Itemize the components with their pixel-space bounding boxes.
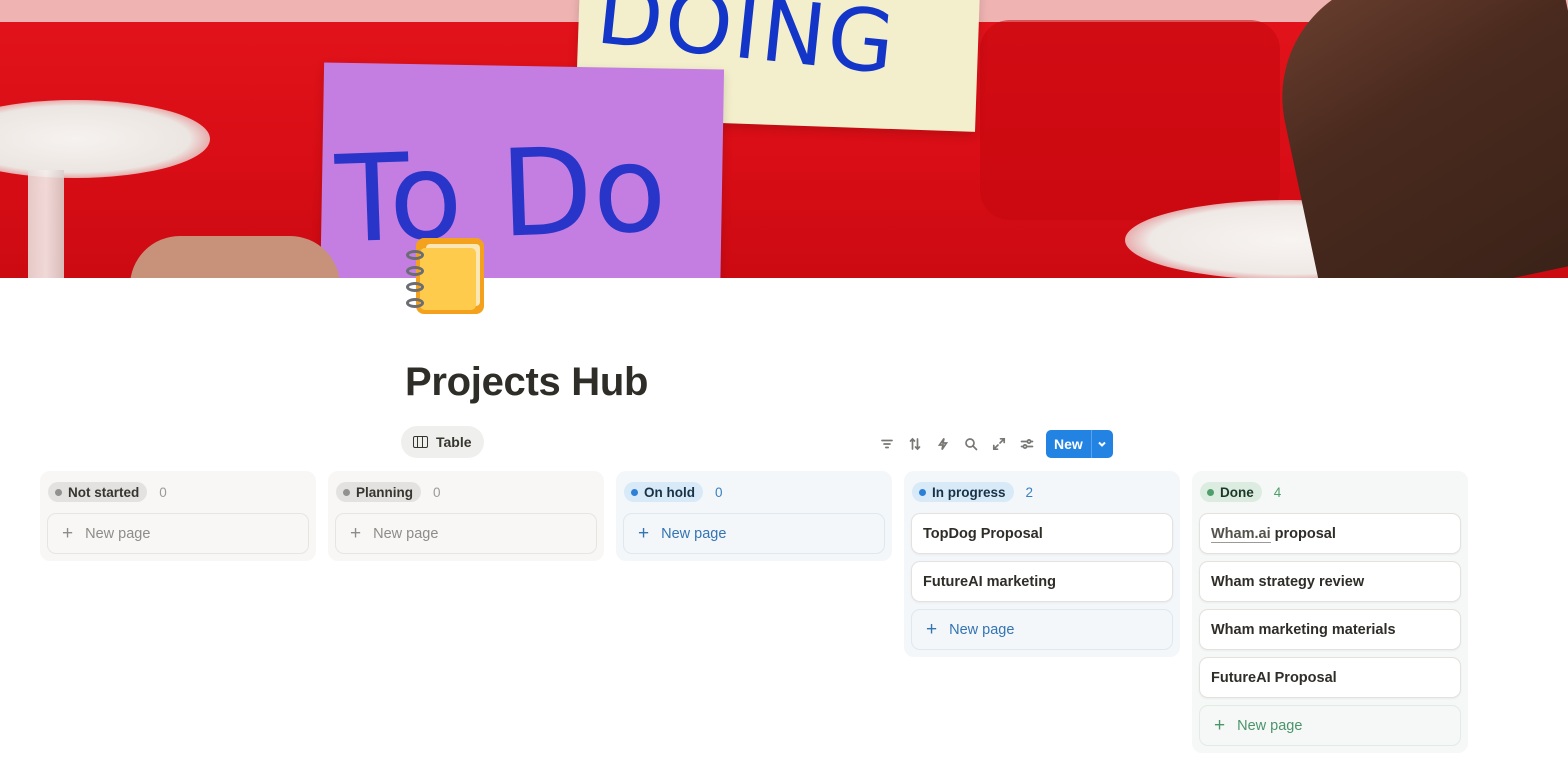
sort-icon[interactable] bbox=[901, 430, 929, 458]
board-card[interactable]: Wham strategy review bbox=[1199, 561, 1461, 602]
status-badge[interactable]: On hold bbox=[624, 482, 703, 502]
status-badge[interactable]: Planning bbox=[336, 482, 421, 502]
plus-icon: + bbox=[926, 619, 938, 640]
board-card[interactable]: Wham.ai proposal bbox=[1199, 513, 1461, 554]
board-column-done: Done 4 Wham.ai proposal Wham strategy re… bbox=[1192, 471, 1468, 753]
board-card[interactable]: Wham marketing materials bbox=[1199, 609, 1461, 650]
tab-table-view[interactable]: Table bbox=[401, 426, 484, 458]
board-column-not-started: Not started 0 + New page bbox=[40, 471, 316, 561]
board-column-in-progress: In progress 2 TopDog Proposal FutureAI m… bbox=[904, 471, 1180, 657]
notebook-icon[interactable] bbox=[404, 234, 486, 316]
filter-icon[interactable] bbox=[873, 430, 901, 458]
new-button[interactable]: New bbox=[1046, 430, 1091, 458]
database-toolbar: New bbox=[873, 430, 1113, 458]
column-count: 2 bbox=[1025, 484, 1034, 500]
board-card[interactable]: FutureAI marketing bbox=[911, 561, 1173, 602]
todo-sticky-note: To Do bbox=[319, 62, 725, 278]
new-page-button[interactable]: + New page bbox=[1199, 705, 1461, 746]
status-badge[interactable]: Not started bbox=[48, 482, 148, 502]
page-title[interactable]: Projects Hub bbox=[405, 360, 648, 405]
automation-icon[interactable] bbox=[929, 430, 957, 458]
board-card[interactable]: TopDog Proposal bbox=[911, 513, 1173, 554]
board-column-planning: Planning 0 + New page bbox=[328, 471, 604, 561]
settings-icon[interactable] bbox=[1013, 430, 1041, 458]
new-page-button[interactable]: + New page bbox=[47, 513, 309, 554]
expand-icon[interactable] bbox=[985, 430, 1013, 458]
new-page-button[interactable]: + New page bbox=[335, 513, 597, 554]
column-count: 0 bbox=[159, 484, 167, 500]
plus-icon: + bbox=[638, 523, 650, 544]
status-badge[interactable]: Done bbox=[1200, 482, 1262, 502]
page-cover-image: DOING To Do bbox=[0, 0, 1568, 278]
board-column-on-hold: On hold 0 + New page bbox=[616, 471, 892, 561]
column-count: 0 bbox=[715, 484, 723, 500]
card-title: Wham.ai proposal bbox=[1211, 525, 1336, 543]
status-badge[interactable]: In progress bbox=[912, 482, 1014, 502]
new-button-group: New bbox=[1046, 430, 1113, 458]
table-icon bbox=[413, 436, 428, 448]
search-icon[interactable] bbox=[957, 430, 985, 458]
new-page-button[interactable]: + New page bbox=[623, 513, 885, 554]
new-page-button[interactable]: + New page bbox=[911, 609, 1173, 650]
column-count: 4 bbox=[1273, 484, 1282, 500]
column-count: 0 bbox=[433, 484, 441, 500]
plus-icon: + bbox=[350, 523, 362, 544]
tab-label: Table bbox=[436, 434, 472, 450]
plus-icon: + bbox=[1214, 715, 1226, 736]
board-card[interactable]: FutureAI Proposal bbox=[1199, 657, 1461, 698]
chevron-down-icon[interactable] bbox=[1090, 430, 1113, 458]
plus-icon: + bbox=[62, 523, 74, 544]
